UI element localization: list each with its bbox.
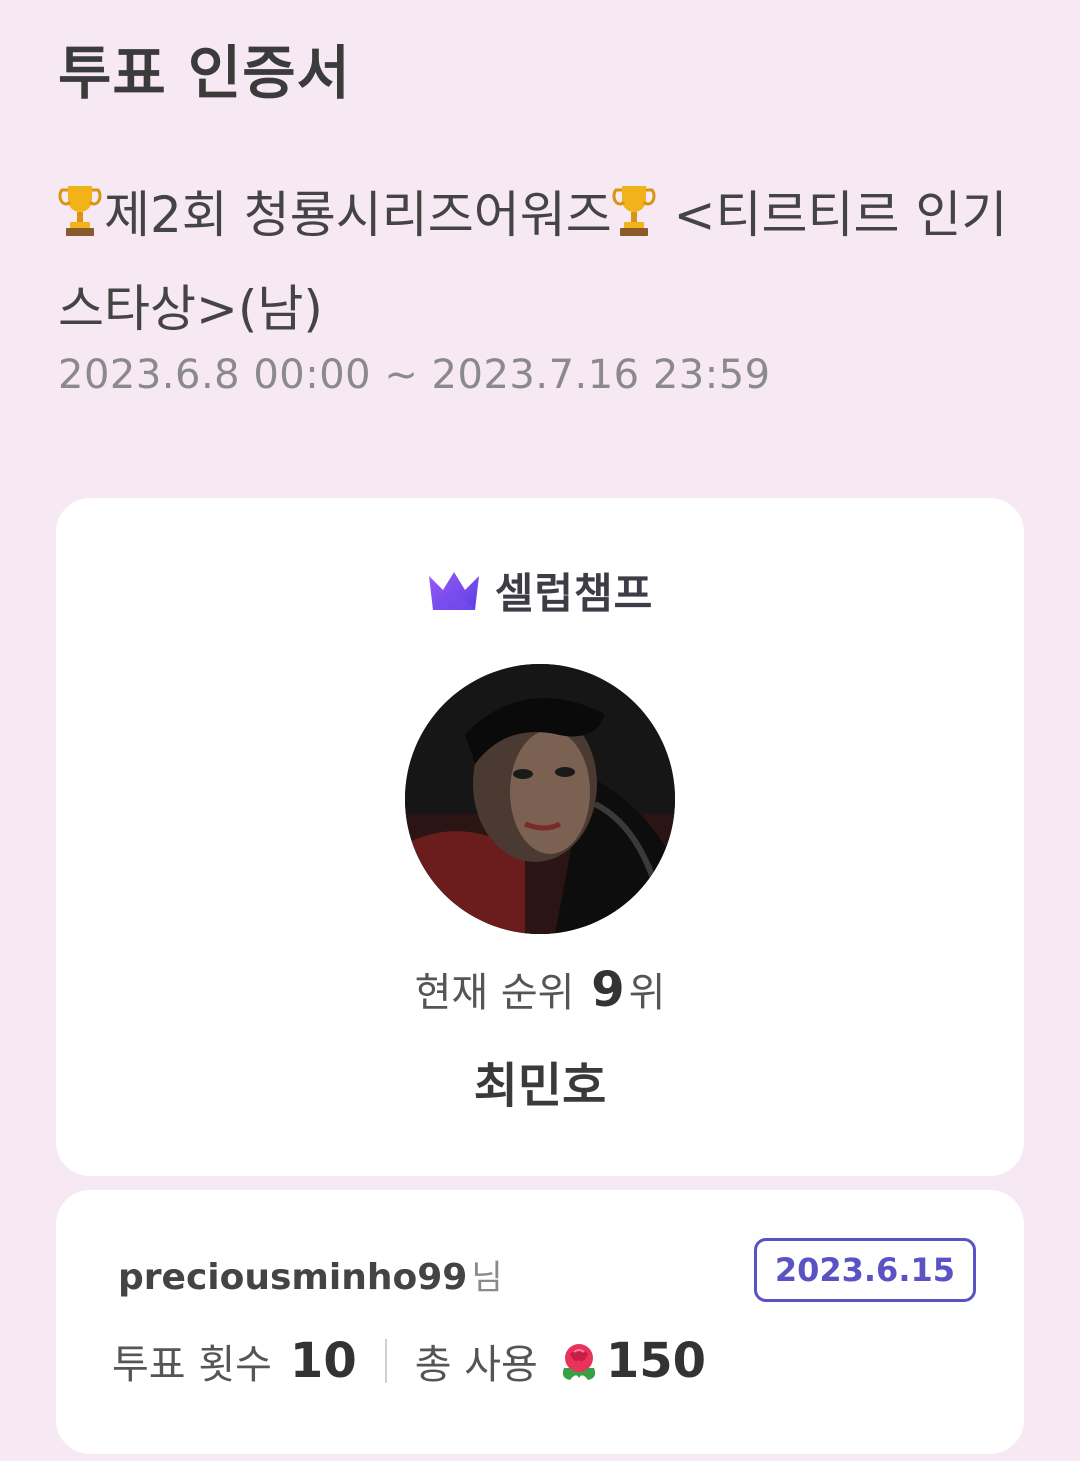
total-used-label: 총 사용 — [414, 1342, 538, 1388]
rose-icon — [562, 1344, 595, 1380]
current-rank: 현재 순위 9위 — [56, 960, 1024, 1018]
voter-honorific: 님 — [471, 1258, 503, 1298]
rank-number: 9 — [591, 962, 625, 1018]
total-used: 150 — [605, 1333, 707, 1389]
brand: 셀럽챔프 — [56, 560, 1024, 621]
rank-suffix: 위 — [628, 970, 666, 1016]
event-title-main: 제2회 청룡시리즈어워즈 — [104, 186, 612, 244]
page-title: 투표 인증서 — [58, 39, 351, 107]
vote-date-badge: 2023.6.15 — [753, 1238, 976, 1302]
rank-prefix: 현재 순위 — [414, 970, 575, 1016]
voter-info: preciousminho99 님 — [118, 1250, 503, 1299]
stats-divider — [384, 1339, 387, 1383]
voter-username: preciousminho99 — [118, 1257, 468, 1298]
crown-icon — [428, 571, 479, 610]
vote-count-label: 투표 횟수 — [112, 1342, 272, 1388]
event-title: 제2회 청룡시리즈어워즈 <티르티르 인기스타상>(남) — [58, 168, 1018, 356]
celebrity-avatar — [405, 664, 675, 934]
brand-name: 셀럽챔프 — [494, 569, 654, 618]
vote-count: 10 — [289, 1333, 357, 1389]
celebrity-name: 최민호 — [473, 1058, 607, 1114]
voter-card: preciousminho99 님 2023.6.15 투표 횟수 10 총 사용… — [56, 1190, 1024, 1454]
celebrity-card: 셀럽챔프 현재 순위 9위 최민호 — [56, 498, 1024, 1176]
vote-stats: 투표 횟수 10 총 사용 150 — [112, 1332, 706, 1390]
voting-period: 2023.6.8 00:00 ~ 2023.7.16 23:59 — [58, 352, 771, 398]
trophy-icon — [58, 174, 102, 236]
trophy-icon — [612, 174, 656, 236]
